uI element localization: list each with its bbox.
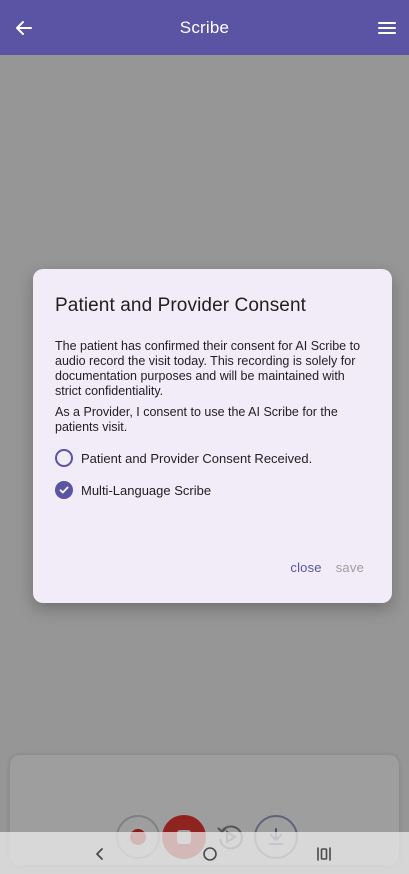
consent-paragraph: The patient has confirmed their consent … [55, 339, 361, 398]
option-multi-language[interactable]: Multi-Language Scribe [55, 481, 368, 499]
menu-button[interactable] [373, 14, 401, 42]
app-screen: Scribe Patient and Provider Consent The … [0, 0, 409, 874]
checkmark-icon [59, 486, 69, 494]
hamburger-menu-icon [378, 22, 396, 34]
system-recents-button[interactable] [312, 842, 336, 866]
app-title: Scribe [179, 17, 230, 37]
arrow-left-icon [16, 21, 32, 35]
back-button[interactable] [10, 14, 38, 42]
save-button[interactable]: save [336, 560, 364, 575]
nav-back-icon [96, 848, 103, 860]
option-label: Patient and Provider Consent Received. [81, 450, 313, 466]
consent-dialog: Patient and Provider Consent The patient… [33, 269, 392, 603]
option-consent-received[interactable]: Patient and Provider Consent Received. [55, 449, 368, 467]
system-home-button[interactable] [198, 842, 222, 866]
nav-home-icon [203, 847, 217, 861]
provider-consent-paragraph: As a Provider, I consent to use the AI S… [55, 405, 338, 434]
dialog-actions: close save [290, 560, 364, 575]
checked-circle-icon[interactable] [55, 481, 73, 499]
system-navigation-bar [0, 832, 409, 874]
dialog-title: Patient and Provider Consent [55, 295, 307, 316]
app-bar: Scribe [0, 0, 409, 55]
close-button[interactable]: close [290, 560, 321, 575]
unchecked-circle-icon[interactable] [55, 449, 73, 467]
option-label: Multi-Language Scribe [81, 482, 212, 498]
system-back-button[interactable] [88, 842, 112, 866]
nav-recents-icon [317, 847, 331, 861]
